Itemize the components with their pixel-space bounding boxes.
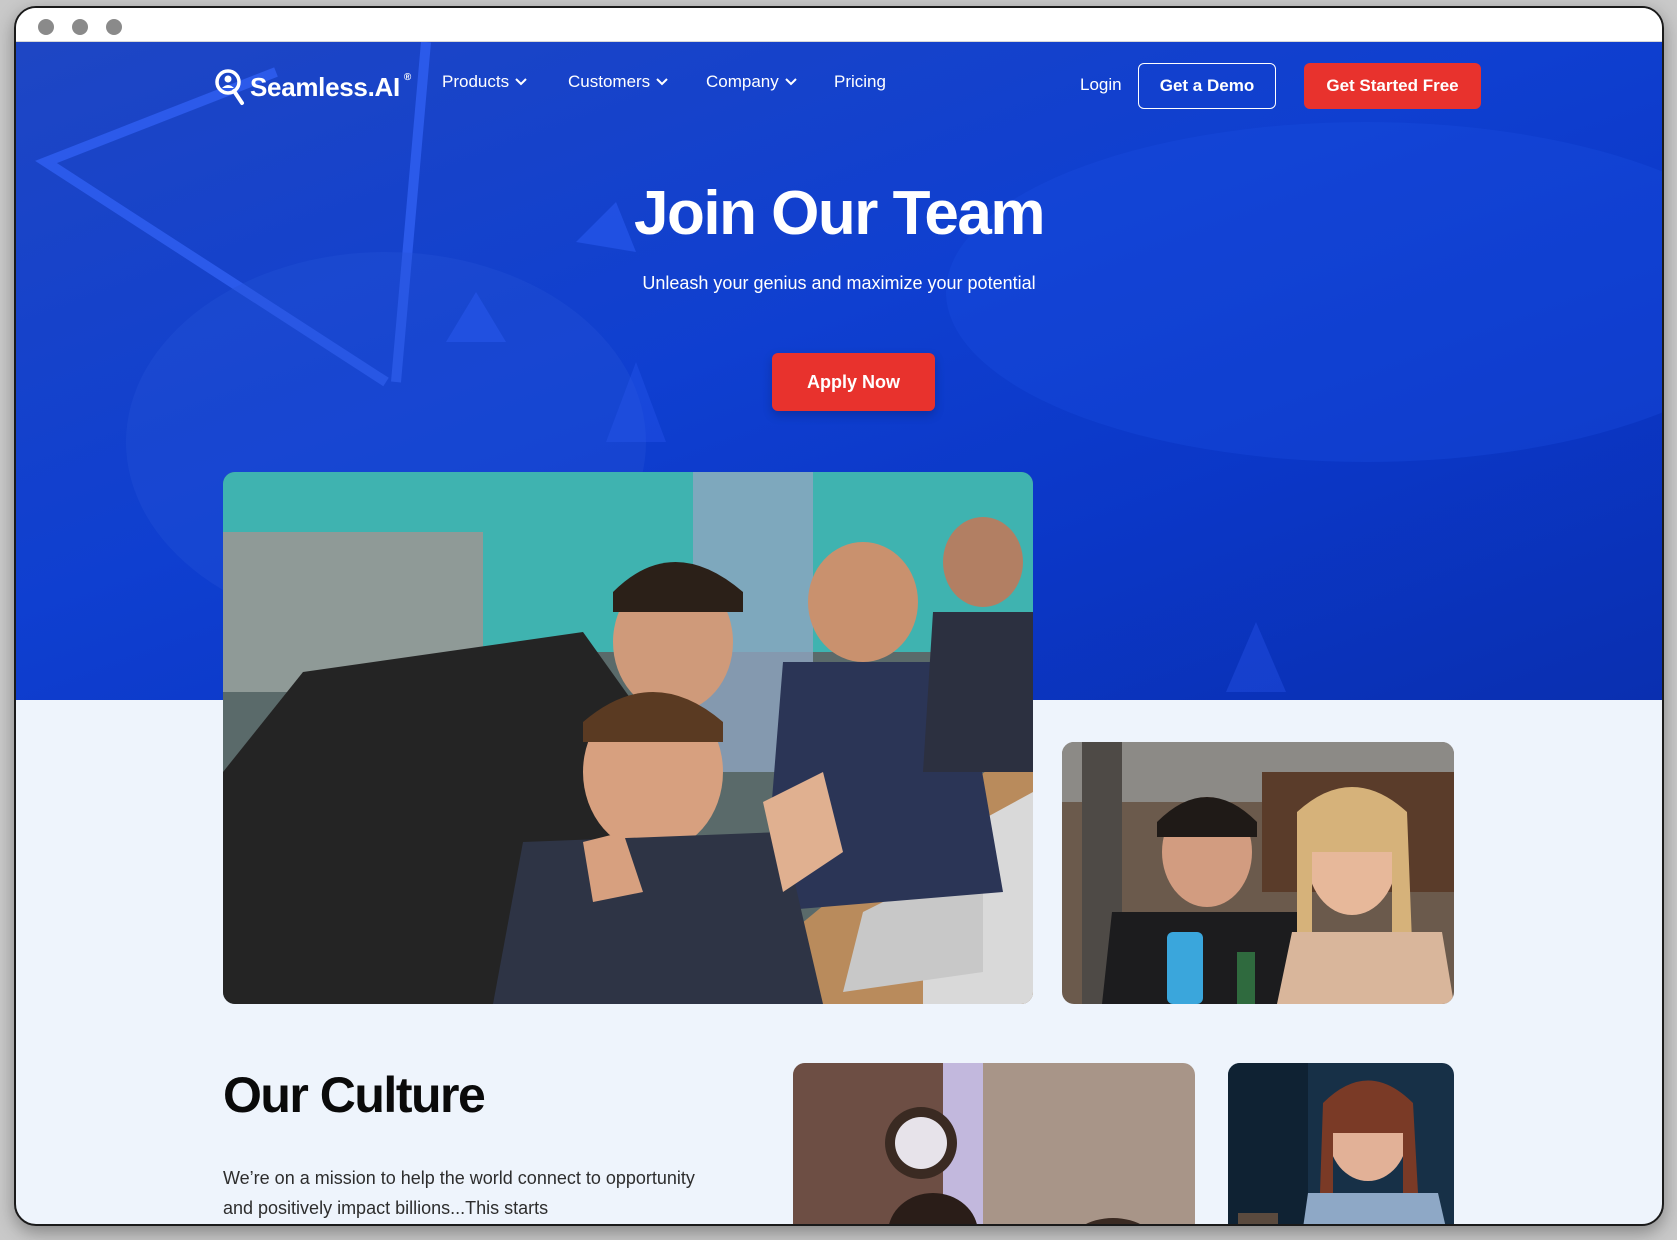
hero-subtitle: Unleash your genius and maximize your po… [642, 273, 1036, 293]
nav-customers[interactable]: Customers [568, 72, 668, 92]
seamless-logo[interactable]: Seamless.AI ® [214, 68, 411, 106]
team-celebrating-photo [223, 472, 1033, 1004]
nav-pricing-label: Pricing [834, 72, 886, 91]
hero-title: Join Our Team [634, 179, 1046, 248]
two-colleagues-image [1062, 742, 1454, 1004]
team-celebrating-image [223, 472, 1033, 1004]
office-group-image [793, 1063, 1195, 1224]
window-close-dot[interactable] [38, 19, 54, 35]
nav-company-label: Company [706, 72, 779, 91]
get-started-button[interactable]: Get Started Free [1304, 63, 1481, 109]
woman-smiling-image [1228, 1063, 1454, 1224]
culture-description: We’re on a mission to help the world con… [223, 1168, 695, 1218]
apply-now-button[interactable]: Apply Now [772, 353, 935, 411]
window-titlebar [16, 8, 1662, 42]
login-link[interactable]: Login [1080, 75, 1122, 95]
nav-company[interactable]: Company [706, 72, 797, 92]
nav-customers-label: Customers [568, 72, 651, 91]
brand-name: Seamless.AI [250, 71, 400, 102]
window-zoom-dot[interactable] [106, 19, 122, 35]
office-group-photo [793, 1063, 1195, 1224]
browser-window: Seamless.AI ® Products Customers Company … [14, 6, 1664, 1226]
window-minimize-dot[interactable] [72, 19, 88, 35]
chevron-down-icon [785, 78, 797, 86]
search-logo-icon [215, 69, 244, 105]
two-colleagues-laughing-photo [1062, 742, 1454, 1004]
nav-pricing[interactable]: Pricing [834, 72, 886, 92]
nav-products-label: Products [442, 72, 510, 91]
chevron-down-icon [656, 78, 668, 86]
get-demo-button[interactable]: Get a Demo [1138, 63, 1276, 109]
nav-products[interactable]: Products [442, 72, 527, 92]
culture-title: Our Culture [223, 1067, 486, 1123]
top-navigation: Seamless.AI ® Products Customers Company … [16, 42, 1662, 120]
chevron-down-icon [515, 78, 527, 86]
brand-registered-mark: ® [403, 71, 411, 83]
woman-smiling-photo [1228, 1063, 1454, 1224]
